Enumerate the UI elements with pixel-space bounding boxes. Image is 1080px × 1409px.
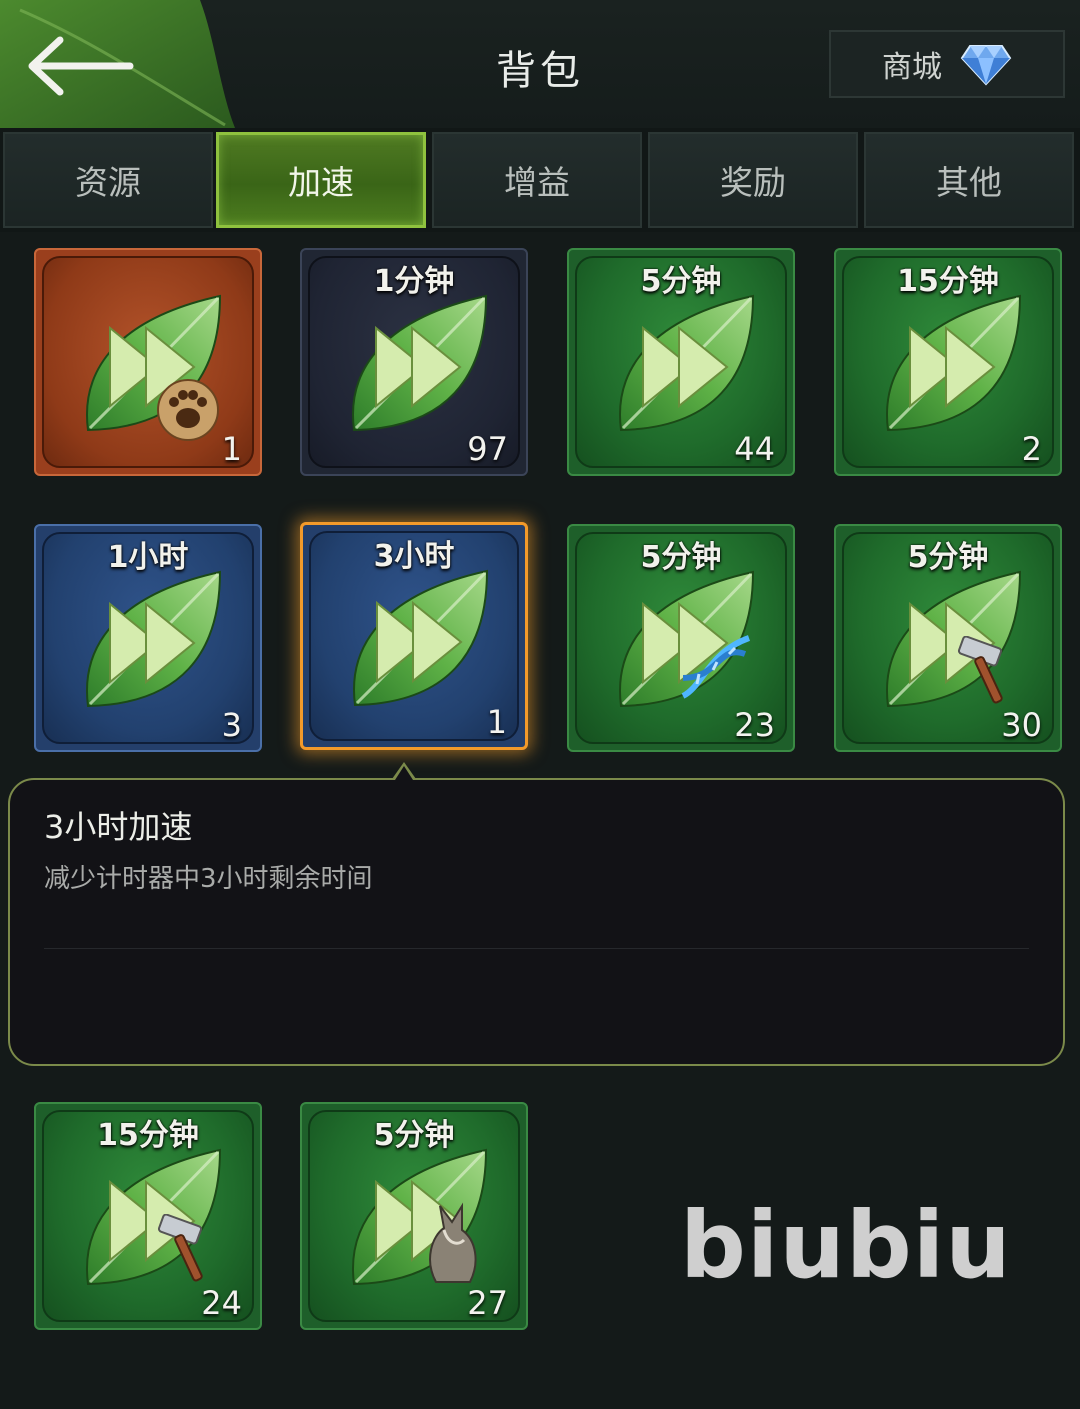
tab-label: 加速: [288, 163, 354, 202]
tab-label: 其他: [936, 163, 1002, 202]
speedup-item[interactable]: 15分钟 24: [34, 1102, 262, 1330]
shop-button-label: 商城: [882, 50, 942, 85]
item-count: 23: [734, 706, 775, 744]
speedup-leaf-icon: [353, 569, 489, 707]
speedup-leaf-icon: [886, 294, 1022, 432]
tab-boost[interactable]: 增益: [432, 132, 642, 228]
speedup-leaf-icon: [619, 294, 755, 432]
tab-label: 增益: [504, 163, 570, 202]
item-count: 1: [221, 430, 242, 468]
item-duration: 5分钟: [373, 1118, 455, 1153]
top-bar: 背包 商城: [0, 0, 1080, 128]
tab-resources[interactable]: 资源: [3, 132, 213, 228]
category-tabs: 资源 加速 增益 奖励 其他: [0, 128, 1080, 232]
speedup-item[interactable]: 1分钟 97: [300, 248, 528, 476]
tab-label: 奖励: [720, 163, 786, 202]
tab-label: 资源: [75, 163, 141, 202]
item-count: 27: [467, 1284, 508, 1322]
hammer-icon: [157, 1214, 203, 1282]
item-duration: 5分钟: [907, 540, 989, 575]
speedup-item[interactable]: 1小时 3: [34, 524, 262, 752]
item-duration: 15分钟: [897, 264, 999, 299]
item-count: 44: [734, 430, 775, 468]
item-duration: 1小时: [107, 540, 189, 575]
item-duration: 15分钟: [97, 1118, 199, 1153]
speedup-leaf-icon: [86, 570, 222, 708]
item-duration: 5分钟: [640, 264, 722, 299]
tab-rewards[interactable]: 奖励: [648, 132, 858, 228]
item-count: 1: [486, 703, 507, 741]
item-count: 3: [221, 706, 242, 744]
speedup-item[interactable]: 15分钟 2: [834, 248, 1062, 476]
item-duration: 3小时: [373, 539, 455, 574]
item-count: 30: [1001, 706, 1042, 744]
speedup-item[interactable]: 5分钟 27: [300, 1102, 528, 1330]
speedup-item[interactable]: 5分钟 30: [834, 524, 1062, 752]
item-count: 2: [1021, 430, 1042, 468]
hammer-icon: [957, 636, 1003, 704]
panel-pointer-fill: [395, 766, 413, 780]
divider: [44, 948, 1029, 949]
item-detail-title: 3小时加速: [44, 808, 193, 846]
speedup-item[interactable]: 5分钟 44: [567, 248, 795, 476]
diamond-icon: [960, 45, 1012, 86]
item-count: 97: [467, 430, 508, 468]
speedup-leaf-icon: [352, 294, 488, 432]
speedup-item[interactable]: 3小时 1: [300, 522, 528, 750]
dna-icon: [681, 635, 751, 699]
speedup-item[interactable]: 5分钟 23: [567, 524, 795, 752]
shop-button[interactable]: 商城: [829, 30, 1065, 98]
wolf-icon: [429, 1202, 477, 1283]
paw-icon: [157, 379, 219, 441]
tab-speedup[interactable]: 加速: [216, 132, 426, 228]
speedup-item[interactable]: 1: [34, 248, 262, 476]
item-detail-description: 减少计时器中3小时剩余时间: [44, 864, 373, 894]
item-count: 24: [201, 1284, 242, 1322]
tab-other[interactable]: 其他: [864, 132, 1074, 228]
item-duration: 5分钟: [640, 540, 722, 575]
item-duration: 1分钟: [373, 264, 455, 299]
item-detail-panel: 3小时加速 减少计时器中3小时剩余时间: [8, 778, 1065, 1066]
watermark: biubiu: [680, 1192, 1012, 1299]
